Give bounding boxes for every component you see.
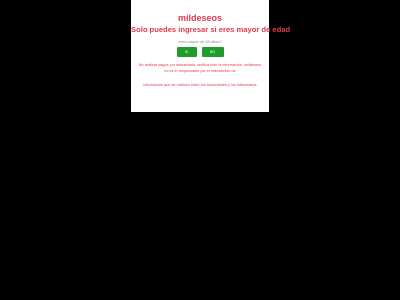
yes-button[interactable]: SI [176,47,197,57]
payment-disclaimer: No realizar pagos por adelantado, verifi… [138,63,262,73]
information-disclaimer: información que se realicen entre los an… [143,83,257,87]
no-button[interactable]: NO [201,47,224,57]
site-brand: mildeseos [177,13,223,23]
answer-buttons: SI NO [131,47,269,58]
modal-headline: Solo puedes ingresar si eres mayor de ed… [131,25,291,34]
age-verification-modal: mildeseos Solo puedes ingresar si eres m… [131,0,291,112]
age-question: eres mayor de 18 años? [178,39,222,44]
